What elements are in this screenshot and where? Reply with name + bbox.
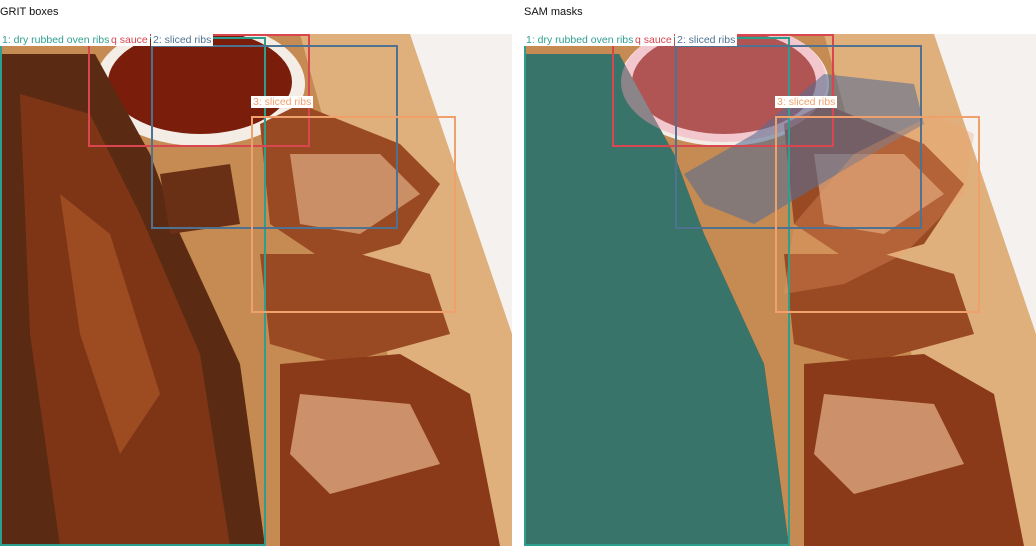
- label-dry-rubbed-oven-ribs: 1: dry rubbed oven ribs: [0, 34, 112, 46]
- label-sliced-ribs-3-r: 3: sliced ribs: [775, 96, 838, 108]
- label-dry-rubbed-oven-ribs-r: 1: dry rubbed oven ribs: [524, 34, 636, 46]
- left-panel-title: GRIT boxes: [0, 6, 59, 18]
- ribs-photo-masked: [524, 34, 1036, 546]
- ribs-photo: [0, 34, 512, 546]
- right-panel-title: SAM masks: [524, 6, 583, 18]
- label-q-sauce: q sauce: [109, 34, 150, 46]
- label-q-sauce-r: q sauce: [633, 34, 674, 46]
- label-sliced-ribs-2-r: 2: sliced ribs: [675, 34, 738, 46]
- sam-masks-panel: 1: dry rubbed oven ribs q sauce 2: slice…: [524, 34, 1036, 546]
- label-sliced-ribs-3: 3: sliced ribs: [251, 96, 314, 108]
- label-sliced-ribs-2: 2: sliced ribs: [151, 34, 214, 46]
- grit-boxes-panel: 1: dry rubbed oven ribs q sauce 2: slice…: [0, 34, 512, 546]
